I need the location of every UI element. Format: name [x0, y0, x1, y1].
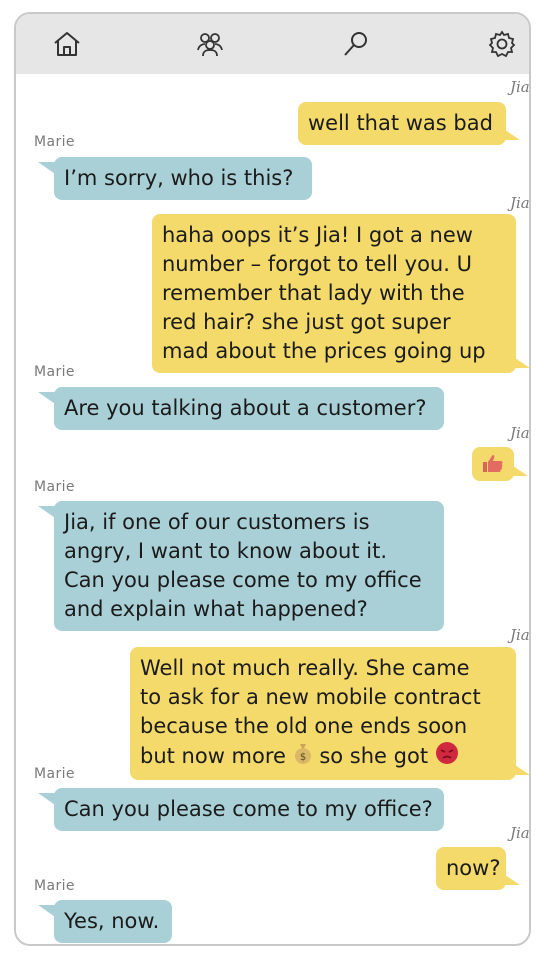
message-bubble: Are you talking about a customer? — [38, 387, 444, 430]
message-text: well that was bad — [308, 111, 493, 135]
message-bubble — [472, 447, 528, 481]
sender-name: Marie — [34, 364, 75, 380]
message-text: but now more — [140, 744, 286, 768]
svg-text:$: $ — [299, 752, 305, 763]
message-text: Well not much really. She came — [140, 656, 470, 680]
chat-window: Jia well that was bad Marie I’m sorry, w… — [14, 12, 531, 946]
message-text: number – forgot to tell you. U — [162, 252, 472, 276]
message-text: Yes, now. — [64, 909, 160, 933]
message-text: Can you please come to my office — [64, 568, 422, 592]
thumbs-up-icon — [483, 454, 503, 472]
message-text: mad about the prices going up — [162, 339, 486, 363]
message-text: Can you please come to my office? — [64, 797, 433, 821]
angry-face-icon — [435, 741, 459, 773]
message-text: because the old one ends soon — [140, 714, 468, 738]
message-bubble: Can you please come to my office? — [38, 788, 444, 831]
people-icon[interactable] — [194, 28, 226, 60]
message-text: and explain what happened? — [64, 597, 368, 621]
message-bubble: now? — [436, 847, 520, 890]
gear-icon[interactable] — [486, 28, 518, 60]
message-text: to ask for a new mobile contract — [140, 685, 481, 709]
sender-name: Jia — [510, 424, 530, 442]
sender-name: Jia — [510, 824, 530, 842]
top-navigation-bar — [16, 14, 529, 74]
sender-name: Jia — [510, 194, 530, 212]
money-bag-icon: $ — [293, 742, 313, 772]
sender-name: Jia — [510, 78, 530, 96]
message-text: Are you talking about a customer? — [64, 396, 427, 420]
message-bubble: haha oops it’s Jia! I got a new number –… — [152, 214, 529, 373]
search-icon[interactable] — [340, 28, 372, 60]
message-text: now? — [446, 856, 501, 880]
message-text: I’m sorry, who is this? — [64, 166, 294, 190]
message-text: remember that lady with the — [162, 281, 465, 305]
message-bubble: well that was bad — [298, 102, 520, 145]
message-bubble: Yes, now. — [38, 900, 172, 943]
message-text: angry, I want to know about it. — [64, 539, 387, 563]
sender-name: Jia — [510, 626, 530, 644]
sender-name: Marie — [34, 878, 75, 894]
message-text: so she got — [319, 744, 429, 768]
sender-name: Marie — [34, 766, 75, 782]
message-bubble: Jia, if one of our customers is angry, I… — [38, 501, 444, 631]
message-text: red hair? she just got super — [162, 310, 451, 334]
message-bubble: Well not much really. She came to ask fo… — [130, 647, 529, 780]
message-text: haha oops it’s Jia! I got a new — [162, 223, 473, 247]
message-text: Jia, if one of our customers is — [64, 510, 370, 534]
sender-name: Marie — [34, 134, 75, 150]
home-icon[interactable] — [51, 28, 83, 60]
message-bubble: I’m sorry, who is this? — [38, 157, 312, 200]
sender-name: Marie — [34, 479, 75, 495]
